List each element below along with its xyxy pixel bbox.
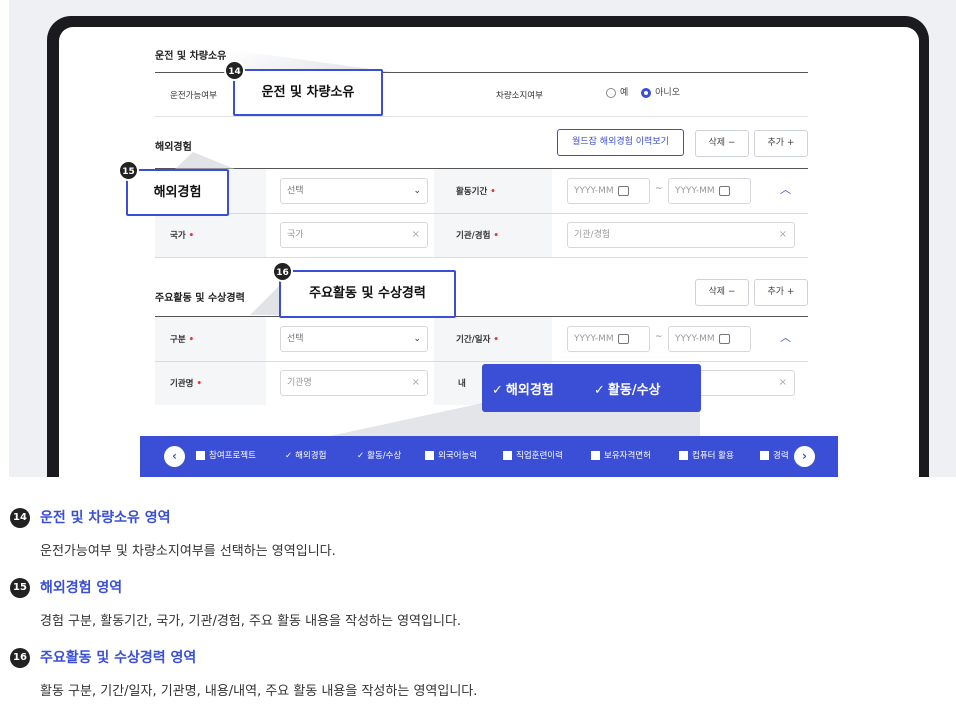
bar-item-label: 해외경험 bbox=[295, 451, 327, 461]
activity-period-label: 기간/일자 • bbox=[456, 335, 499, 345]
bar-item[interactable]: 보유자격면허 bbox=[591, 436, 651, 477]
overseas-add-button[interactable]: 추가 + bbox=[754, 130, 808, 157]
row-divider bbox=[155, 361, 808, 362]
chevron-down-icon: ⌄ bbox=[413, 334, 421, 344]
bar-item[interactable]: 컴퓨터 활용 bbox=[679, 436, 734, 477]
description-number-badge: 16 bbox=[10, 648, 30, 668]
check-icon: ✓ bbox=[594, 383, 605, 398]
description-title: 운전 및 차량소유 영역 bbox=[40, 510, 171, 526]
bar-item-label: 경력 bbox=[773, 451, 789, 461]
check-icon: ✓ bbox=[357, 451, 365, 461]
selected-items-popup: ✓ 해외경험 ✓ 활동/수상 bbox=[482, 364, 701, 412]
row-divider bbox=[155, 257, 808, 258]
row-divider bbox=[155, 213, 808, 214]
radio-no[interactable] bbox=[641, 87, 652, 98]
check-icon: ✓ bbox=[285, 451, 293, 461]
bar-item[interactable]: ✓ 활동/수상 bbox=[357, 436, 401, 477]
calendar-icon[interactable] bbox=[718, 333, 730, 344]
description-number-badge: 15 bbox=[10, 578, 30, 598]
description-title: 주요활동 및 수상경력 영역 bbox=[40, 650, 197, 666]
section-toggle-bar: ‹ 참여프로젝트 ✓ 해외경험 ✓ 활동/수상 외국어능력 직업훈련이력 보유자격면허 컴퓨터 … bbox=[140, 436, 838, 477]
checkbox-icon bbox=[760, 451, 769, 460]
bar-item[interactable]: 외국어능력 bbox=[425, 436, 477, 477]
bar-item[interactable]: 경력 bbox=[760, 436, 789, 477]
bar-item[interactable]: 참여프로젝트 bbox=[196, 436, 256, 477]
callout-badge-16: 16 bbox=[272, 261, 293, 282]
bar-item-label: 참여프로젝트 bbox=[209, 451, 256, 461]
radio-yes-label: 예 bbox=[620, 88, 629, 98]
activity-date-to[interactable]: YYYY-MM bbox=[668, 326, 751, 352]
popup-item-activity[interactable]: ✓ 활동/수상 bbox=[594, 379, 661, 398]
country-input[interactable]: 국가 × bbox=[280, 222, 428, 248]
collapse-chevron-up-icon[interactable]: ︿ bbox=[780, 329, 791, 345]
checkbox-icon bbox=[425, 451, 434, 460]
clear-icon[interactable]: × bbox=[779, 371, 787, 395]
description-number-badge: 14 bbox=[10, 508, 30, 528]
description-body: 경험 구분, 활동기간, 국가, 기관/경험, 주요 활동 내용을 작성하는 영… bbox=[40, 614, 462, 629]
description-body: 활동 구분, 기간/일자, 기관명, 내용/내역, 주요 활동 내용을 작성하는… bbox=[40, 684, 478, 699]
clear-icon[interactable]: × bbox=[412, 371, 420, 395]
activity-content-label: 내 bbox=[458, 379, 466, 389]
worldjob-history-button[interactable]: 월드잡 해외경험 이력보기 bbox=[557, 129, 684, 156]
bar-item[interactable]: 직업훈련이력 bbox=[503, 436, 563, 477]
clear-icon[interactable]: × bbox=[779, 223, 787, 247]
calendar-icon[interactable] bbox=[617, 333, 629, 344]
bar-item-label: 활동/수상 bbox=[367, 451, 402, 461]
activity-add-button[interactable]: 추가 + bbox=[754, 279, 808, 306]
description-title: 해외경험 영역 bbox=[40, 580, 123, 596]
activity-delete-button[interactable]: 삭제 − bbox=[695, 279, 749, 306]
chevron-left-icon[interactable]: ‹ bbox=[164, 446, 185, 467]
drive-section-title: 운전 및 차량소유 bbox=[155, 51, 227, 62]
country-label: 국가 • bbox=[170, 231, 195, 241]
overseas-section-title: 해외경험 bbox=[155, 142, 192, 153]
check-icon: ✓ bbox=[492, 383, 503, 398]
radio-yes[interactable] bbox=[606, 87, 616, 98]
description-body: 운전가능여부 및 차량소지여부를 선택하는 영역입니다. bbox=[40, 544, 336, 559]
bar-item-label: 컴퓨터 활용 bbox=[692, 451, 734, 461]
activity-org-input[interactable]: 기관명 × bbox=[280, 370, 428, 396]
chevron-down-icon: ⌄ bbox=[413, 186, 421, 196]
bar-item-label: 보유자격면허 bbox=[604, 451, 651, 461]
collapse-chevron-up-icon[interactable]: ︿ bbox=[780, 181, 791, 197]
drive-label: 운전가능여부 bbox=[170, 91, 217, 101]
overseas-delete-button[interactable]: 삭제 − bbox=[695, 130, 749, 157]
popup-item-overseas[interactable]: ✓ 해외경험 bbox=[492, 379, 554, 398]
checkbox-icon bbox=[679, 451, 688, 460]
vehicle-radio-group: 예 아니오 bbox=[606, 85, 680, 98]
date-separator: ~ bbox=[655, 332, 663, 342]
bar-item-label: 외국어능력 bbox=[438, 451, 478, 461]
calendar-icon[interactable] bbox=[617, 185, 629, 196]
activity-date-from[interactable]: YYYY-MM bbox=[567, 326, 650, 352]
checkbox-icon bbox=[591, 451, 600, 460]
activity-type-select[interactable]: 선택 ⌄ bbox=[280, 326, 428, 352]
overseas-date-from[interactable]: YYYY-MM bbox=[567, 178, 650, 204]
overseas-date-to[interactable]: YYYY-MM bbox=[668, 178, 751, 204]
overseas-type-value: 선택 bbox=[287, 186, 304, 196]
calendar-icon[interactable] bbox=[718, 185, 730, 196]
vehicle-label: 차량소지여부 bbox=[496, 91, 543, 101]
callout-badge-15: 15 bbox=[118, 160, 139, 181]
bar-item[interactable]: ✓ 해외경험 bbox=[285, 436, 326, 477]
callout-badge-14: 14 bbox=[224, 60, 245, 81]
chevron-right-icon[interactable]: › bbox=[794, 446, 815, 467]
callout-overseas: 해외경험 bbox=[126, 169, 229, 216]
checkbox-icon bbox=[196, 451, 205, 460]
activity-org-label: 기관명 • bbox=[170, 379, 202, 389]
bar-item-label: 직업훈련이력 bbox=[516, 451, 563, 461]
callout-drive: 운전 및 차량소유 bbox=[233, 69, 383, 116]
overseas-period-label: 활동기간 • bbox=[456, 187, 496, 197]
overseas-type-select[interactable]: 선택 ⌄ bbox=[280, 178, 428, 204]
org-experience-label: 기관/경험 • bbox=[456, 231, 499, 241]
date-separator: ~ bbox=[655, 184, 663, 194]
activity-section-title: 주요활동 및 수상경력 bbox=[155, 293, 245, 304]
radio-no-label: 아니오 bbox=[655, 88, 680, 98]
checkbox-icon bbox=[503, 451, 512, 460]
callout-activity: 주요활동 및 수상경력 bbox=[279, 270, 456, 318]
clear-icon[interactable]: × bbox=[412, 223, 420, 247]
org-experience-input[interactable]: 기관/경험 × bbox=[567, 222, 795, 248]
activity-type-label: 구분 • bbox=[170, 335, 195, 345]
